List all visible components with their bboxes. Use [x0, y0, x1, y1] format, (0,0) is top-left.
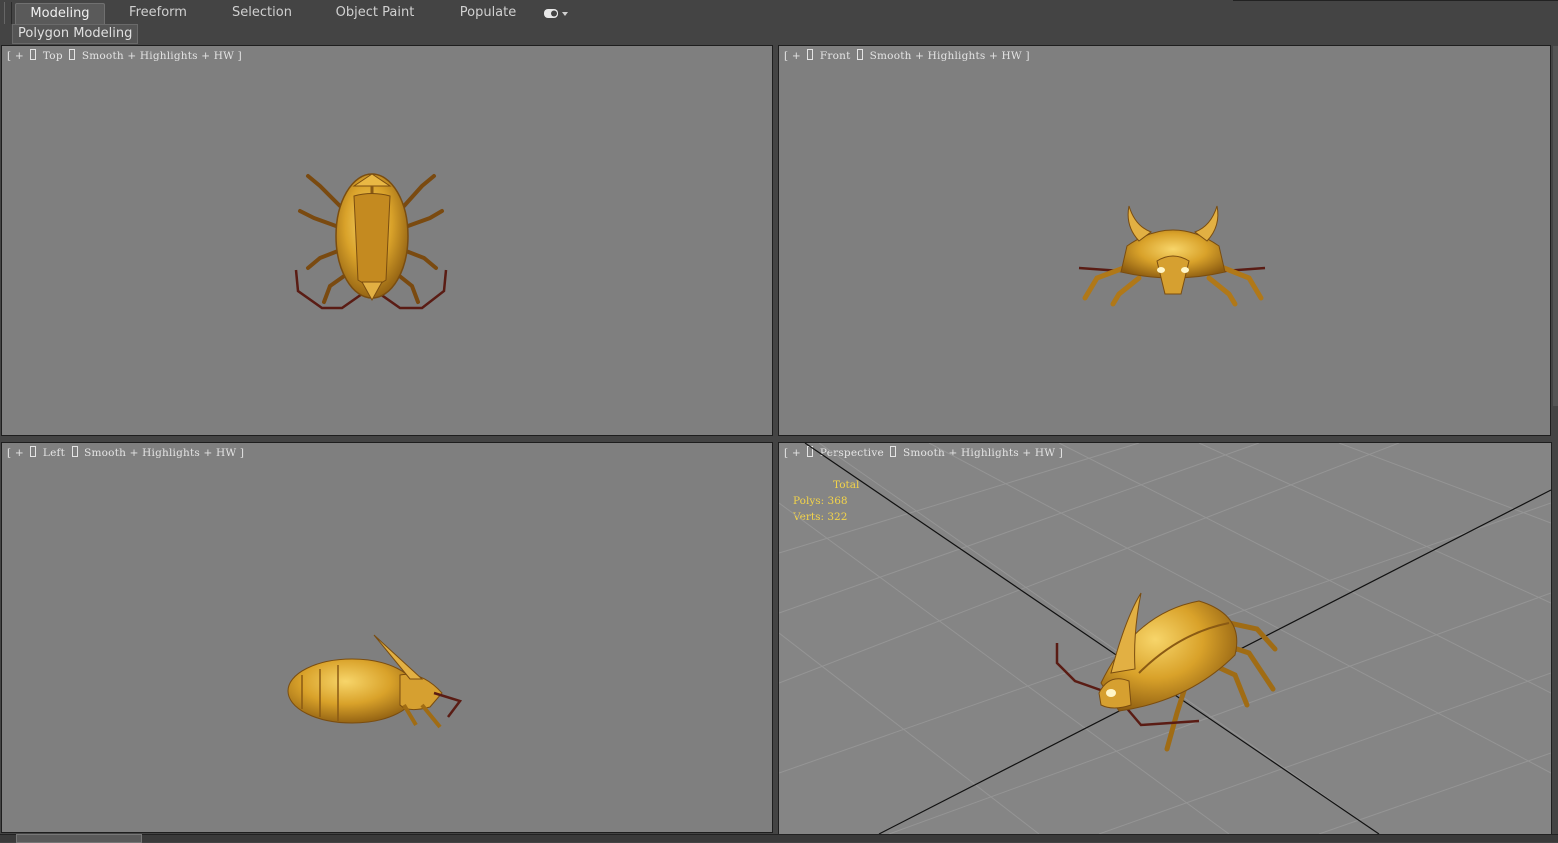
viewport-left[interactable]: [ + Left Smooth + Highlights + HW ]: [1, 442, 773, 833]
viewport-front[interactable]: [ + Front Smooth + Highlights + HW ]: [778, 45, 1551, 436]
viewport-perspective[interactable]: [ + Perspective Smooth + Highlights + HW…: [778, 442, 1552, 835]
tab-selection[interactable]: Selection: [224, 3, 300, 23]
viewport-top[interactable]: [ + Top Smooth + Highlights + HW ]: [1, 45, 773, 436]
toggle-icon[interactable]: [543, 8, 569, 20]
viewport-scrollbar[interactable]: [1553, 46, 1558, 406]
ribbon-tab-bar: Modeling Freeform Selection Object Paint…: [0, 0, 1558, 40]
polygon-modeling-panel-toggle[interactable]: Polygon Modeling: [12, 24, 139, 44]
tab-freeform[interactable]: Freeform: [120, 3, 196, 23]
ribbon-panel: Polygon Modeling: [0, 24, 1558, 44]
time-slider[interactable]: [16, 834, 142, 843]
tab-modeling[interactable]: Modeling: [15, 3, 105, 24]
tab-object-paint[interactable]: Object Paint: [330, 3, 420, 23]
tab-populate[interactable]: Populate: [450, 3, 526, 23]
beetle-model-left: [287, 634, 463, 729]
beetle-model-front: [1078, 205, 1266, 307]
beetle-model-perspective: [1055, 592, 1278, 752]
beetle-model-top: [294, 173, 448, 310]
ribbon-divider: [1233, 0, 1558, 1]
